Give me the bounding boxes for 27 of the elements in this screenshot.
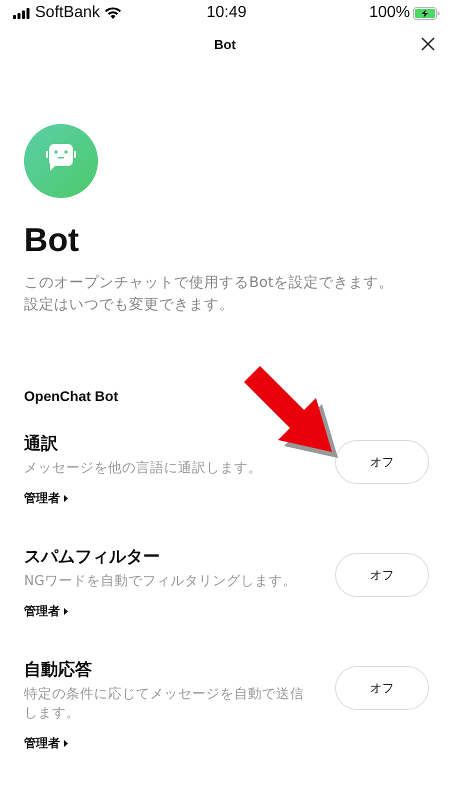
toggle-button[interactable]: オフ bbox=[335, 440, 429, 484]
bot-icon bbox=[24, 124, 98, 198]
bot-name: 自動応答 bbox=[24, 659, 93, 682]
bot-name: 通訳 bbox=[24, 433, 59, 456]
toggle-button[interactable]: オフ bbox=[335, 553, 429, 597]
bot-description: メッセージを他の言語に通訳します。 bbox=[24, 459, 263, 478]
permission-link[interactable]: 管理者 bbox=[24, 490, 68, 507]
carrier-name: SoftBank bbox=[35, 4, 100, 22]
caret-icon bbox=[64, 495, 68, 502]
toggle-button[interactable]: オフ bbox=[335, 666, 429, 710]
clock-time: 10:49 bbox=[206, 4, 247, 22]
permission-link[interactable]: 管理者 bbox=[24, 735, 68, 752]
bot-name: スパムフィルター bbox=[24, 546, 161, 569]
page-title: Bot bbox=[214, 36, 236, 52]
permission-link[interactable]: 管理者 bbox=[24, 603, 68, 620]
caret-icon bbox=[64, 608, 68, 615]
signal-icon bbox=[13, 8, 30, 18]
wifi-icon bbox=[104, 7, 121, 19]
caret-icon bbox=[64, 740, 68, 747]
heading: Bot bbox=[24, 220, 80, 260]
close-icon[interactable] bbox=[421, 37, 435, 51]
battery-percent: 100% bbox=[369, 4, 410, 22]
battery-icon bbox=[412, 6, 440, 20]
bot-description: 特定の条件に応じてメッセージを自動で送信します。 bbox=[24, 685, 305, 723]
description: このオープンチャットで使用するBotを設定できます。設定はいつでも変更できます。 bbox=[24, 274, 395, 315]
bot-description: NGワードを自動でフィルタリングします。 bbox=[24, 572, 298, 591]
section-title: OpenChat Bot bbox=[24, 388, 120, 404]
